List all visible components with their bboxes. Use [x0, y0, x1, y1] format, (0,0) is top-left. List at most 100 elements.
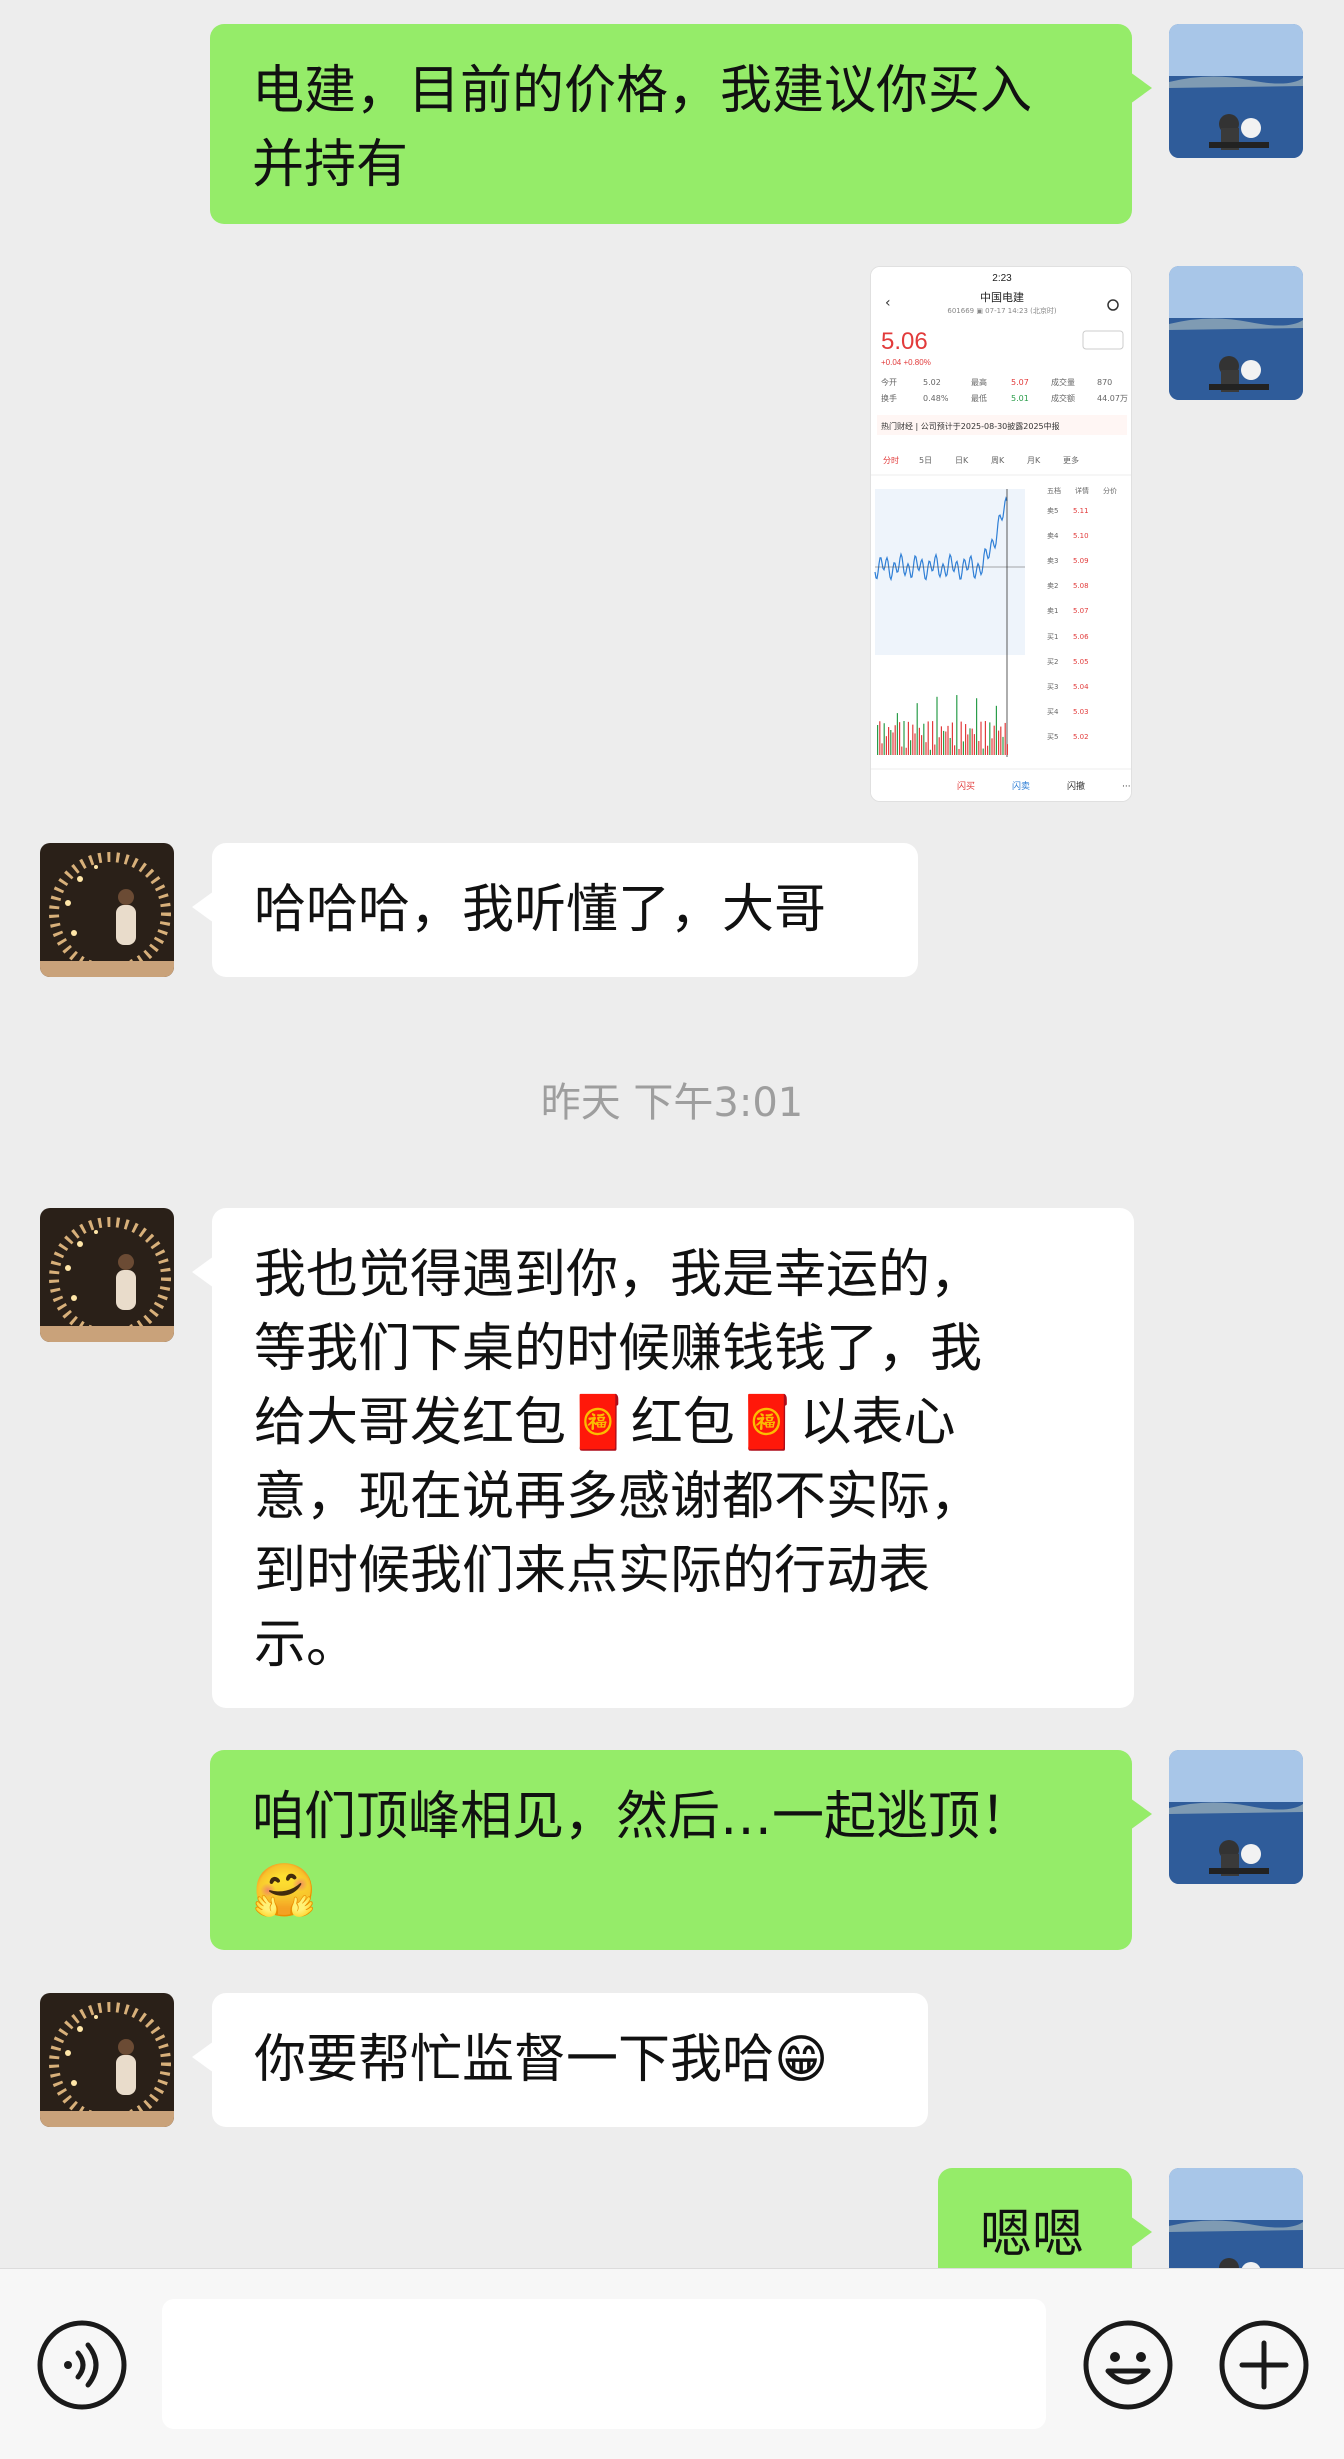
message-bubble-sent[interactable]: 咱们顶峰相见，然后…一起逃顶！ 🤗: [210, 1750, 1152, 1950]
volume-bar: [945, 731, 947, 755]
message-bubble-sent[interactable]: 电建，目前的价格，我建议你买入 并持有: [210, 24, 1152, 224]
orderbook-ask-label: 卖5: [1047, 507, 1058, 515]
orderbook-bid-price: 5.04: [1073, 683, 1089, 691]
stat-cell: 870: [1097, 378, 1112, 387]
volume-bar: [885, 736, 887, 755]
stock-screenshot-image[interactable]: 2:23 ‹ 中国电建 601669 ▣ 07-17 14:23 (北京时) 5…: [870, 266, 1132, 802]
volume-bar: [971, 728, 973, 755]
bottom-action: 闪撤: [1067, 780, 1085, 792]
volume-bar: [916, 703, 918, 755]
plus-icon[interactable]: [1218, 2319, 1310, 2411]
volume-bar: [912, 724, 914, 755]
orderbook-bid-price: 5.02: [1073, 733, 1089, 741]
orderbook-bid-price: 5.03: [1073, 708, 1089, 716]
message-input[interactable]: [162, 2299, 1046, 2429]
message-bubble-received[interactable]: 我也觉得遇到你，我是幸运的， 等我们下桌的时候赚钱钱了，我 给大哥发红包🧧红包🧧…: [192, 1208, 1134, 1708]
volume-bar: [951, 722, 953, 755]
volume-bar: [925, 742, 927, 755]
orderbook-ask-label: 卖4: [1047, 532, 1059, 540]
message-text: 咱们顶峰相见，然后…一起逃顶！: [252, 1787, 1033, 1847]
volume-bar: [934, 744, 936, 755]
volume-bar: [901, 746, 903, 755]
volume-bar: [991, 738, 993, 755]
orderbook-ask-price: 5.08: [1073, 582, 1089, 590]
volume-bar: [995, 705, 997, 755]
volume-bar: [929, 749, 931, 755]
back-icon: ‹: [885, 295, 891, 311]
volume-bar: [903, 721, 905, 755]
bottom-action: ···: [1122, 782, 1131, 792]
volume-bar: [1004, 722, 1006, 755]
stock-name: 中国电建: [980, 290, 1024, 304]
my-avatar[interactable]: [1169, 24, 1303, 158]
stat-cell: 5.02: [923, 378, 941, 387]
volume-bar: [998, 730, 1000, 755]
orderbook-bid-label: 买4: [1047, 708, 1059, 716]
my-avatar[interactable]: [1169, 2168, 1303, 2268]
volume-bar: [877, 725, 879, 755]
orderbook-ask-label: 卖2: [1047, 582, 1058, 590]
volume-bar: [883, 723, 885, 755]
orderbook-ask-price: 5.10: [1073, 532, 1089, 540]
contact-avatar[interactable]: [40, 1208, 174, 1342]
volume-bar: [978, 741, 980, 755]
volume-bar: [932, 721, 934, 755]
status-time: 2:23: [992, 273, 1012, 284]
orderbook-ask-price: 5.11: [1073, 507, 1089, 515]
volume-bar: [947, 725, 949, 755]
volume-bar: [993, 725, 995, 755]
message-text: 我也觉得遇到你，我是幸运的，: [254, 1245, 983, 1305]
orderbook-bid-price: 5.05: [1073, 658, 1089, 666]
volume-bar: [918, 727, 920, 755]
volume-bar: [894, 725, 896, 755]
composer-bar: [0, 2268, 1344, 2459]
volume-bar: [892, 732, 894, 755]
volume-bar: [923, 723, 925, 755]
volume-bar: [905, 747, 907, 755]
volume-bar: [936, 696, 938, 755]
stat-cell: 成交量: [1051, 377, 1075, 387]
message-bubble-received[interactable]: 哈哈哈，我听懂了，大哥: [192, 843, 918, 977]
orderbook-ask-label: 卖1: [1047, 607, 1058, 615]
volume-bar: [890, 730, 892, 755]
volume-bar: [927, 721, 929, 755]
message-text: 哈哈哈，我听懂了，大哥: [254, 880, 827, 940]
volume-bar: [1000, 726, 1002, 755]
volume-bar: [958, 748, 960, 755]
stat-cell: 最低: [971, 393, 987, 403]
chart-tab: 5日: [919, 456, 932, 465]
volume-bar: [956, 695, 958, 755]
message-text: 等我们下桌的时候赚钱钱了，我: [254, 1319, 983, 1379]
emoji-icon[interactable]: [1082, 2319, 1174, 2411]
chart-tab: 日K: [955, 456, 969, 465]
contact-avatar[interactable]: [40, 843, 174, 977]
stat-cell: 换手: [881, 393, 897, 403]
message-bubble-sent[interactable]: 嗯嗯: [938, 2168, 1152, 2268]
volume-bar: [987, 745, 989, 755]
chat-area[interactable]: 电建，目前的价格，我建议你买入 并持有 2:23 ‹ 中国电建 601669 ▣…: [0, 0, 1344, 2268]
volume-bar: [949, 737, 951, 755]
message-text: 给大哥发红包🧧红包🧧以表心: [254, 1393, 956, 1453]
message-text: 嗯嗯: [980, 2205, 1085, 2265]
orderbook-bid-label: 买1: [1047, 633, 1058, 641]
my-avatar[interactable]: [1169, 1750, 1303, 1884]
volume-bar: [1006, 744, 1008, 755]
contact-avatar[interactable]: [40, 1993, 174, 2127]
volume-bar: [969, 728, 971, 755]
orderbook-bid-label: 买3: [1047, 683, 1058, 691]
orderbook-header: 详情: [1075, 486, 1089, 495]
volume-bar: [896, 713, 898, 755]
volume-bar: [943, 730, 945, 755]
message-text: 示。: [254, 1615, 359, 1675]
stat-cell: 成交额: [1051, 393, 1075, 403]
message-text: 电建，目前的价格，我建议你买入: [252, 61, 1033, 121]
message-bubble-received[interactable]: 你要帮忙监督一下我哈😁: [192, 1993, 928, 2127]
my-avatar[interactable]: [1169, 266, 1303, 400]
chart-tab: 更多: [1063, 455, 1079, 465]
stat-cell: 今开: [881, 377, 897, 387]
volume-bar: [960, 721, 962, 755]
voice-icon[interactable]: [36, 2319, 128, 2411]
orderbook-bid-label: 买2: [1047, 658, 1058, 666]
stock-sub: 601669 ▣ 07-17 14:23 (北京时): [947, 306, 1056, 315]
volume-bar: [954, 745, 956, 755]
